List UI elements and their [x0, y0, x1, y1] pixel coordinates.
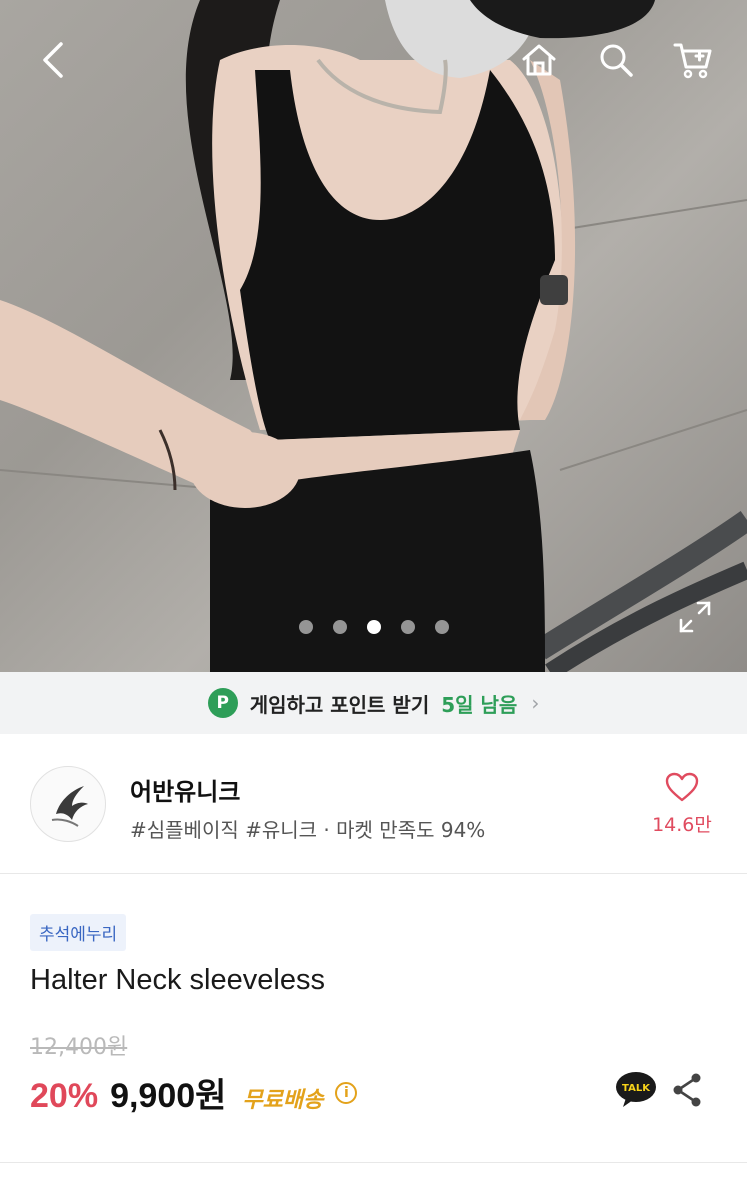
- fullscreen-button[interactable]: [672, 594, 718, 640]
- section-divider: [0, 1162, 747, 1163]
- chevron-left-icon: [43, 42, 63, 78]
- home-icon: [522, 44, 556, 76]
- discount-rate: 20%: [30, 1077, 99, 1115]
- talk-chat-icon: TALK: [616, 1072, 656, 1107]
- like-button[interactable]: 14.6만: [647, 772, 717, 837]
- original-price: 12,400원: [30, 1035, 128, 1060]
- kakao-talk-button[interactable]: TALK: [614, 1070, 658, 1110]
- expand-icon: [679, 601, 711, 633]
- store-logo[interactable]: [30, 766, 106, 842]
- carousel-dot[interactable]: [400, 620, 415, 634]
- cart-icon: [673, 43, 712, 79]
- store-logo-mark-icon: [51, 786, 88, 827]
- carousel-dot[interactable]: [332, 620, 347, 634]
- carousel-dot-active[interactable]: [366, 620, 381, 634]
- heart-icon: [665, 772, 699, 802]
- search-icon: [600, 44, 633, 77]
- home-button[interactable]: [513, 34, 565, 86]
- game-days-left: 5일 남음: [441, 692, 518, 717]
- store-name[interactable]: 어반유니크: [130, 772, 240, 807]
- product-image-carousel[interactable]: [0, 0, 747, 672]
- chevron-right-icon: ›: [531, 691, 540, 715]
- promo-tag: 추석에누리: [30, 914, 127, 951]
- top-navigation-bar: [0, 0, 747, 120]
- back-button[interactable]: [26, 34, 78, 86]
- cart-button[interactable]: [667, 34, 719, 86]
- game-banner-text: 게임하고 포인트 받기: [249, 692, 430, 717]
- search-button[interactable]: [590, 34, 642, 86]
- store-info-row[interactable]: 어반유니크 #심플베이직 #유니크 · 마켓 만족도 94% 14.6만: [0, 734, 747, 874]
- game-points-banner[interactable]: P 게임하고 포인트 받기 5일 남음 ›: [0, 672, 747, 734]
- share-icon: [673, 1073, 701, 1107]
- sale-price: 9,900원: [110, 1077, 227, 1115]
- talk-label: TALK: [622, 1083, 651, 1094]
- like-count: 14.6만: [652, 814, 712, 836]
- carousel-pagination: [0, 620, 747, 634]
- point-badge-icon: P: [207, 688, 238, 718]
- carousel-dot[interactable]: [434, 620, 449, 634]
- store-meta: #심플베이직 #유니크 · 마켓 만족도 94%: [130, 818, 486, 842]
- carousel-dot[interactable]: [298, 620, 313, 634]
- product-name: Halter Neck sleeveless: [30, 964, 325, 996]
- info-icon[interactable]: i: [335, 1081, 358, 1104]
- share-button[interactable]: [668, 1070, 708, 1110]
- free-shipping-label: 무료배송: [242, 1088, 324, 1113]
- price-row: 20% 9,900원 무료배송 i: [30, 1068, 358, 1117]
